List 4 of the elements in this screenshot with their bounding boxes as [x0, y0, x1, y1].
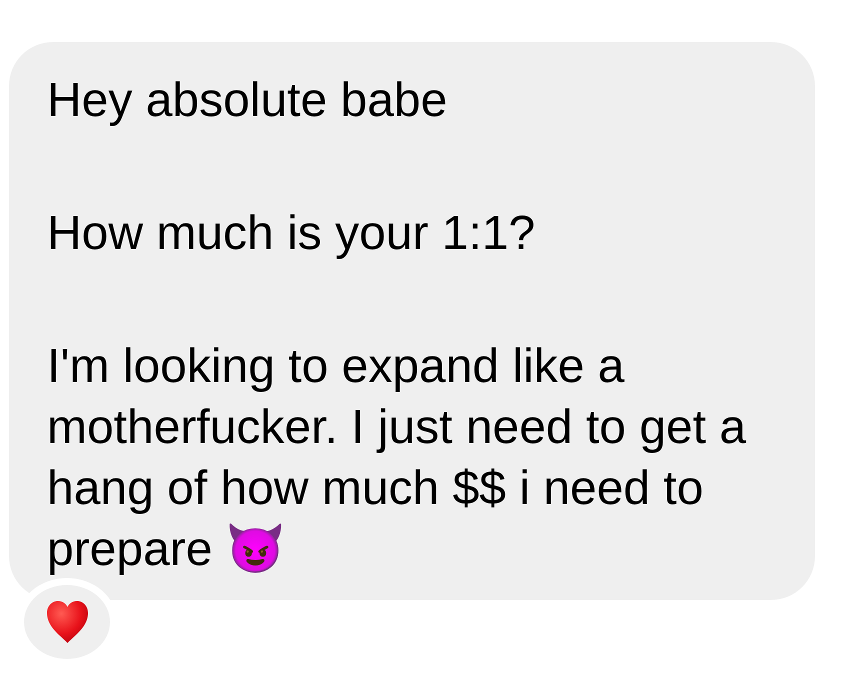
heart-icon	[46, 601, 88, 643]
message-text: Hey absolute babe	[47, 74, 448, 127]
message-text: I'm looking to expand like a motherfucker. I just need to get a hang of how much $$ i need to prepare 😈	[47, 340, 746, 576]
message-text: How much is your 1:1?	[47, 207, 536, 260]
